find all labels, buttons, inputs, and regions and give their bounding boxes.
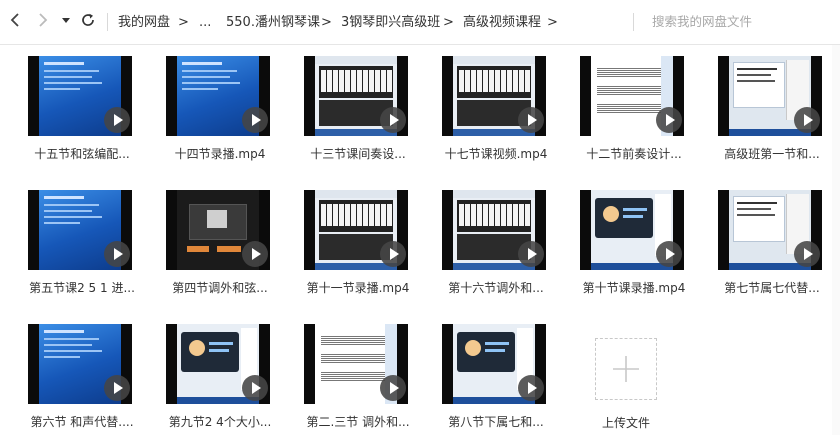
file-name[interactable]: 十三节课间奏设... [282, 145, 434, 162]
file-name[interactable]: 第十六节调外和... [420, 279, 572, 296]
file-item[interactable]: 十四节录播.mp4 [144, 56, 276, 161]
video-thumbnail[interactable] [718, 190, 822, 270]
back-button[interactable] [6, 12, 24, 32]
file-item[interactable]: 第十节课录播.mp4 [558, 190, 690, 295]
file-name[interactable]: 第十一节录播.mp4 [282, 279, 434, 296]
file-name[interactable]: 十二节前奏设计... [558, 145, 710, 162]
play-icon[interactable] [380, 107, 406, 133]
video-thumbnail[interactable] [718, 56, 822, 136]
upload-button[interactable] [595, 338, 657, 400]
play-icon[interactable] [242, 375, 268, 401]
toolbar-divider [107, 13, 108, 31]
play-icon[interactable] [518, 107, 544, 133]
file-name[interactable]: 第二.三节 调外和... [282, 413, 434, 430]
file-item[interactable]: 第四节调外和弦... [144, 190, 276, 295]
play-icon[interactable] [794, 107, 820, 133]
breadcrumb-item-video-course[interactable]: 高级视频课程 [463, 13, 541, 33]
plus-icon [613, 356, 639, 382]
file-name[interactable]: 第六节 和声代替.... [6, 413, 158, 430]
file-item[interactable]: 十五节和弦编配... [6, 56, 138, 161]
video-thumbnail[interactable] [580, 56, 684, 136]
refresh-button[interactable] [78, 12, 98, 32]
video-thumbnail[interactable] [28, 324, 132, 404]
forward-button[interactable] [34, 12, 52, 32]
play-icon[interactable] [380, 241, 406, 267]
file-item[interactable]: 第五节课2 5 1 进... [6, 190, 138, 295]
video-thumbnail[interactable] [166, 324, 270, 404]
file-item[interactable]: 十三节课间奏设... [282, 56, 414, 161]
video-thumbnail[interactable] [166, 56, 270, 136]
scrollbar[interactable] [832, 45, 840, 435]
video-thumbnail[interactable] [304, 56, 408, 136]
file-item[interactable]: 第十一节录播.mp4 [282, 190, 414, 295]
toolbar-divider [633, 13, 634, 31]
video-thumbnail[interactable] [442, 324, 546, 404]
refresh-icon [82, 13, 94, 26]
caret-down-icon [62, 18, 70, 23]
video-thumbnail[interactable] [580, 190, 684, 270]
breadcrumb-separator: > [178, 15, 189, 30]
play-icon[interactable] [518, 241, 544, 267]
file-item[interactable]: 高级班第一节和... [696, 56, 828, 161]
breadcrumb-item-advanced-class[interactable]: 3钢琴即兴高级班 [341, 13, 440, 33]
file-name[interactable]: 第四节调外和弦... [144, 279, 296, 296]
play-icon[interactable] [242, 107, 268, 133]
upload-label: 上传文件 [601, 416, 650, 430]
file-item[interactable]: 第九节2 4个大小... [144, 324, 276, 429]
play-icon[interactable] [518, 375, 544, 401]
chevron-left-icon [10, 13, 19, 27]
play-icon[interactable] [242, 241, 268, 267]
play-icon[interactable] [104, 241, 130, 267]
breadcrumb-separator: > [443, 15, 454, 30]
search-input[interactable]: 搜索我的网盘文件 [636, 11, 840, 33]
file-name[interactable]: 第十节课录播.mp4 [558, 279, 710, 296]
file-name[interactable]: 高级班第一节和... [696, 145, 840, 162]
breadcrumb-home[interactable]: 我的网盘 [118, 13, 170, 33]
play-icon[interactable] [104, 375, 130, 401]
play-icon[interactable] [656, 107, 682, 133]
file-item[interactable]: 第六节 和声代替.... [6, 324, 138, 429]
file-item[interactable]: 第七节属七代替... [696, 190, 828, 295]
breadcrumb-separator: > [321, 15, 332, 30]
file-item[interactable]: 十七节课视频.mp4 [420, 56, 552, 161]
play-icon[interactable] [656, 241, 682, 267]
file-name[interactable]: 十七节课视频.mp4 [420, 145, 572, 162]
toolbar: 我的网盘 > ... 550.潘州钢琴课 > 3钢琴即兴高级班 > 高级视频课程… [0, 0, 840, 45]
video-thumbnail[interactable] [28, 190, 132, 270]
breadcrumb-separator: > [547, 15, 558, 30]
video-thumbnail[interactable] [166, 190, 270, 270]
file-name[interactable]: 十五节和弦编配... [6, 145, 158, 162]
video-thumbnail[interactable] [304, 190, 408, 270]
file-name[interactable]: 第五节课2 5 1 进... [6, 279, 158, 296]
file-item[interactable]: 第二.三节 调外和... [282, 324, 414, 429]
chevron-right-icon [39, 13, 48, 27]
breadcrumb-ellipsis[interactable]: ... [199, 13, 211, 33]
play-icon[interactable] [104, 107, 130, 133]
video-thumbnail[interactable] [442, 190, 546, 270]
history-dropdown[interactable] [60, 12, 72, 32]
file-name[interactable]: 第七节属七代替... [696, 279, 840, 296]
video-thumbnail[interactable] [28, 56, 132, 136]
breadcrumb-item-piano-course[interactable]: 550.潘州钢琴课 [226, 13, 320, 33]
video-thumbnail[interactable] [442, 56, 546, 136]
file-item[interactable]: 第八节下属七和... [420, 324, 552, 429]
file-item[interactable]: 第十六节调外和... [420, 190, 552, 295]
play-icon[interactable] [380, 375, 406, 401]
file-name[interactable]: 第九节2 4个大小... [144, 413, 296, 430]
file-item[interactable]: 十二节前奏设计... [558, 56, 690, 161]
video-thumbnail[interactable] [304, 324, 408, 404]
file-name[interactable]: 十四节录播.mp4 [144, 145, 296, 162]
file-name[interactable]: 第八节下属七和... [420, 413, 572, 430]
play-icon[interactable] [794, 241, 820, 267]
